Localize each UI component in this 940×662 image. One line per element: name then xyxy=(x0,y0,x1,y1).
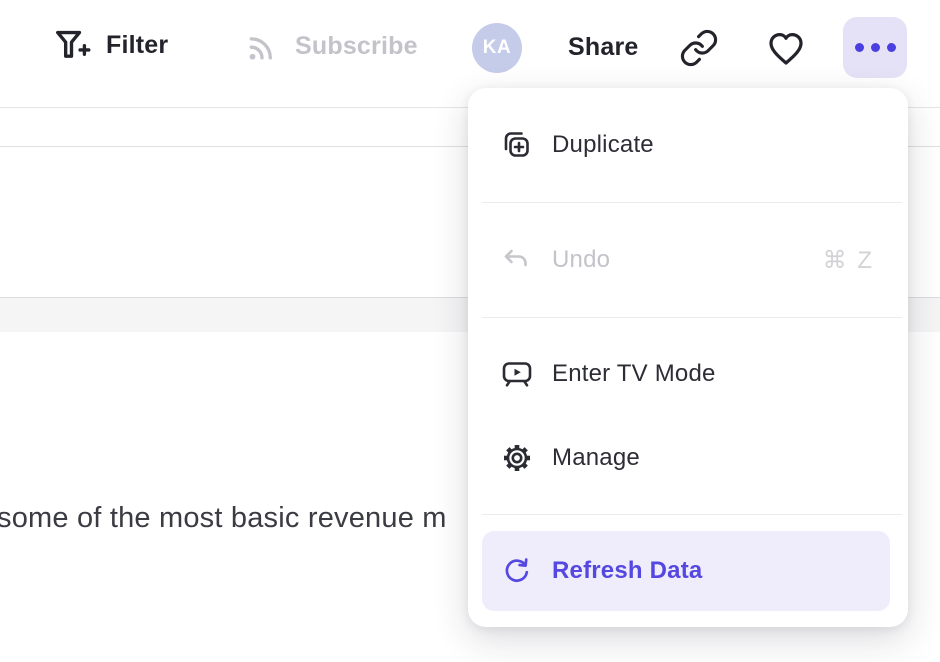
menu-item-label: Enter TV Mode xyxy=(552,360,716,388)
ellipsis-dot xyxy=(887,43,896,52)
filter-label: Filter xyxy=(106,31,168,60)
refresh-icon xyxy=(500,556,534,586)
menu-item-duplicate[interactable]: Duplicate xyxy=(468,104,908,186)
favorite-button[interactable] xyxy=(766,29,806,67)
menu-item-undo[interactable]: Undo ⌘ Z xyxy=(468,219,908,301)
link-chain-icon xyxy=(679,28,719,68)
subscribe-label: Subscribe xyxy=(295,32,418,61)
menu-item-label: Refresh Data xyxy=(552,557,702,585)
menu-item-label: Manage xyxy=(552,444,640,472)
menu-item-enter-tv-mode[interactable]: Enter TV Mode xyxy=(468,332,908,416)
undo-shortcut: ⌘ Z xyxy=(823,246,874,275)
share-button[interactable]: Share xyxy=(568,33,638,62)
menu-item-refresh-data[interactable]: Refresh Data xyxy=(482,531,890,611)
ellipsis-dot xyxy=(855,43,864,52)
tv-mode-icon xyxy=(500,358,534,390)
more-options-button[interactable] xyxy=(843,17,907,78)
app-window: some of the most basic revenue m Filter … xyxy=(0,0,940,662)
gear-icon xyxy=(500,441,534,475)
filter-button[interactable]: Filter xyxy=(52,27,168,63)
menu-item-label: Duplicate xyxy=(552,131,654,159)
rss-subscribe-icon xyxy=(243,27,281,65)
duplicate-copy-icon xyxy=(500,129,534,161)
undo-arrow-icon xyxy=(500,244,534,276)
more-options-dropdown: Duplicate Undo ⌘ Z xyxy=(468,88,908,627)
heart-icon xyxy=(766,29,806,67)
filter-funnel-icon xyxy=(52,27,92,63)
subscribe-button[interactable]: Subscribe xyxy=(243,27,418,65)
card-paragraph-text: some of the most basic revenue m xyxy=(0,502,447,535)
ellipsis-dot xyxy=(871,43,880,52)
menu-item-manage[interactable]: Manage xyxy=(468,416,908,500)
copy-link-button[interactable] xyxy=(679,28,719,68)
user-avatar[interactable]: KA xyxy=(472,23,522,73)
menu-item-label: Undo xyxy=(552,246,610,274)
share-label: Share xyxy=(568,33,638,62)
